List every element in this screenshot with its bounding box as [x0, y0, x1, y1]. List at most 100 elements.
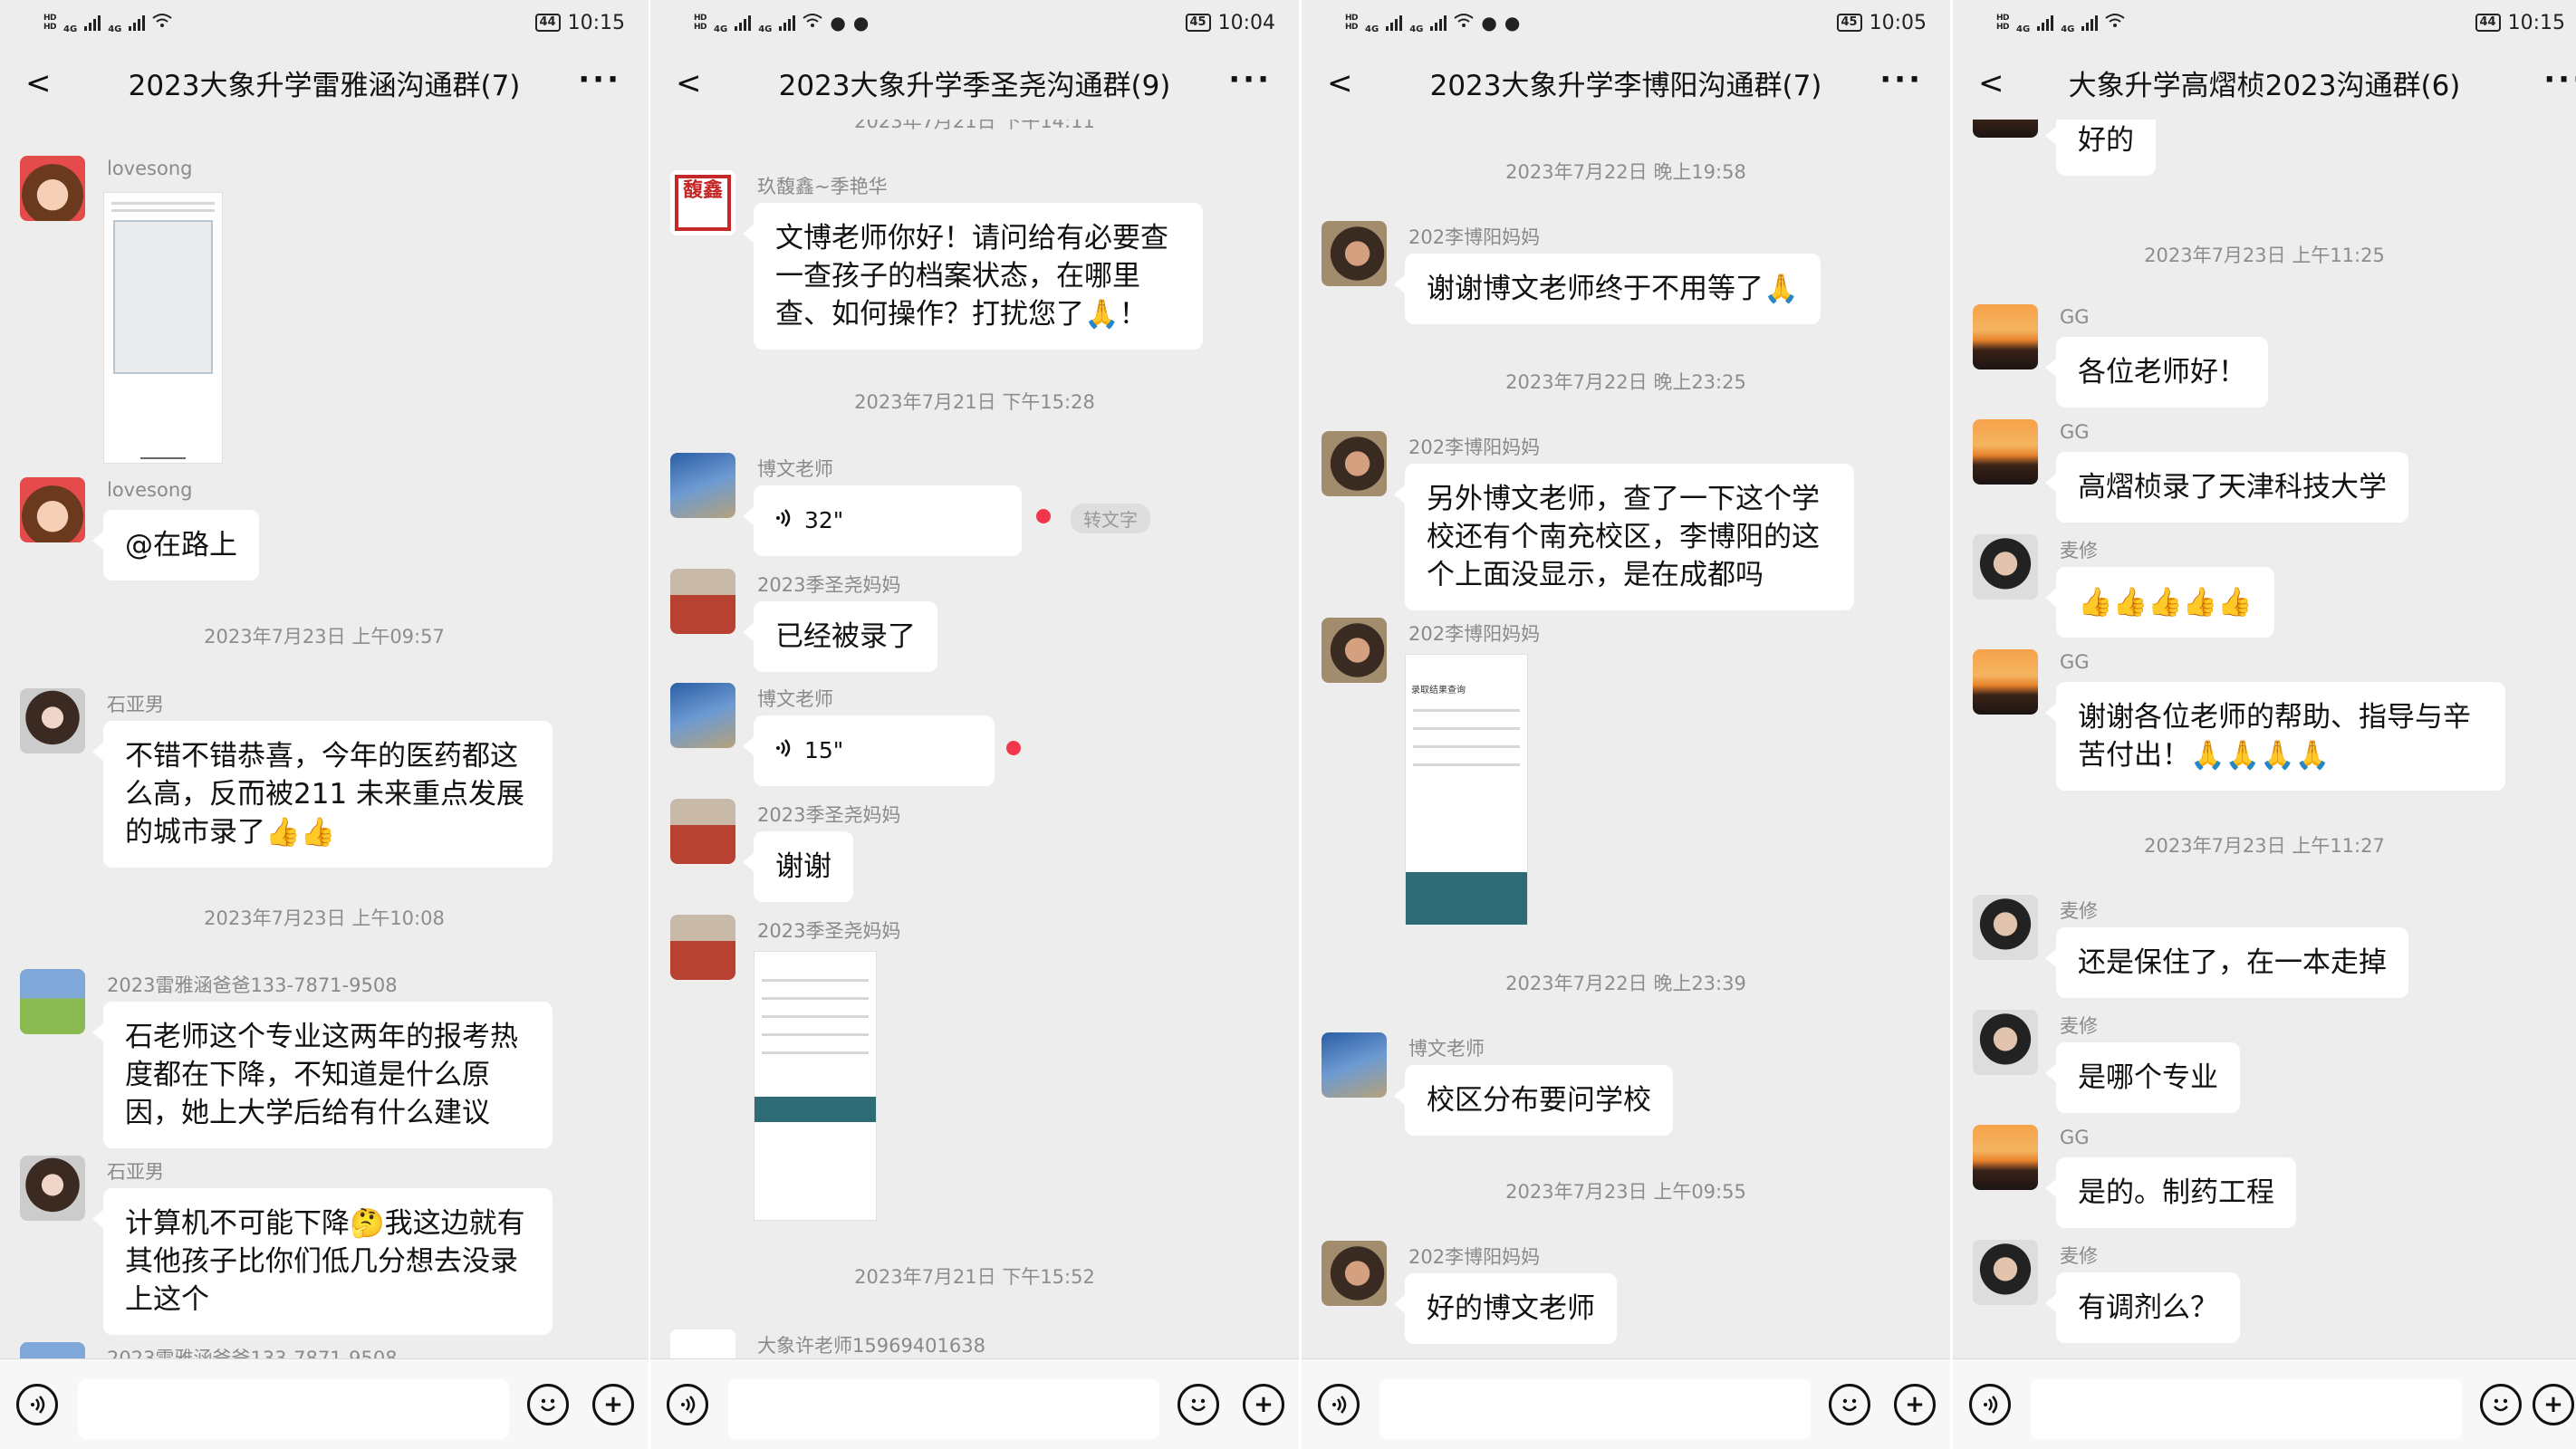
more-icon[interactable]: ···	[578, 62, 621, 98]
input-bar: +	[0, 1358, 649, 1449]
avatar[interactable]	[670, 683, 735, 748]
avatar[interactable]	[20, 156, 85, 221]
message-bubble[interactable]: 校区分布要问学校	[1394, 1065, 1673, 1136]
message-input[interactable]	[78, 1379, 509, 1439]
message-bubble[interactable]: 石老师这个专业这两年的报考热度都在下降，不知道是什么原因，她上大学后给有什么建议	[92, 1002, 553, 1148]
plus-icon[interactable]: +	[1894, 1384, 1936, 1425]
emoji-icon[interactable]	[1829, 1384, 1870, 1425]
back-icon[interactable]: <	[676, 65, 702, 101]
avatar[interactable]	[20, 477, 85, 542]
avatar[interactable]	[20, 1156, 85, 1221]
avatar[interactable]	[1973, 1125, 2038, 1190]
image-message[interactable]	[754, 951, 877, 1221]
input-bar: +	[1302, 1358, 1950, 1449]
convert-to-text-button[interactable]: 转文字	[1071, 504, 1150, 533]
wechat-notification-icon: ●	[830, 12, 846, 34]
message-bubble[interactable]: 谢谢博文老师终于不用等了🙏	[1394, 254, 1821, 324]
back-icon[interactable]: <	[1978, 65, 2004, 101]
avatar[interactable]	[1322, 1241, 1387, 1306]
message-bubble[interactable]: 有调剂么？	[2045, 1272, 2240, 1343]
message-item: 石亚男 不错不错恭喜，今年的医药都这么高，反而被211 未来重点发展的城市录了👍…	[0, 688, 649, 888]
status-bar: HD HD 4G 4G ● ● 45 10:05	[1302, 0, 1950, 45]
avatar[interactable]	[670, 799, 735, 864]
more-icon[interactable]: ···	[2543, 62, 2576, 98]
emoji-icon[interactable]	[527, 1384, 569, 1425]
message-bubble[interactable]: 不错不错恭喜，今年的医药都这么高，反而被211 未来重点发展的城市录了👍👍	[92, 721, 553, 868]
avatar[interactable]	[670, 915, 735, 980]
message-list[interactable]: 2023年7月21日 下午14:11 馥鑫 玖馥鑫~季艳华 文博老师你好！请问给…	[650, 120, 1299, 1358]
plus-icon[interactable]: +	[1243, 1384, 1284, 1425]
message-bubble[interactable]: 已经被录了	[743, 601, 937, 672]
avatar[interactable]	[670, 453, 735, 518]
avatar[interactable]	[1973, 1240, 2038, 1305]
sender-name: 2023季圣尧妈妈	[757, 920, 901, 942]
plus-icon[interactable]: +	[592, 1384, 634, 1425]
voice-icon[interactable]	[1969, 1384, 2011, 1425]
voice-icon[interactable]	[1318, 1384, 1360, 1425]
avatar[interactable]	[20, 1342, 85, 1358]
image-message[interactable]	[103, 192, 223, 464]
avatar[interactable]	[1322, 1032, 1387, 1098]
voice-icon[interactable]	[16, 1384, 58, 1425]
avatar[interactable]	[20, 969, 85, 1034]
status-time: 10:15	[2507, 11, 2565, 34]
message-input[interactable]	[1379, 1379, 1811, 1439]
avatar[interactable]	[1973, 649, 2038, 715]
avatar[interactable]	[1973, 304, 2038, 369]
message-bubble[interactable]: @在路上	[92, 510, 259, 581]
message-bubble[interactable]: 谢谢各位老师的帮助、指导与辛苦付出！🙏🙏🙏🙏	[2045, 682, 2505, 791]
avatar[interactable]	[1973, 419, 2038, 485]
message-input[interactable]	[2031, 1379, 2462, 1439]
message-list[interactable]: 好的 2023年7月23日 上午11:25 GG 各位老师好！ GG 高熠桢录了…	[1953, 120, 2576, 1358]
avatar[interactable]	[1973, 120, 2038, 138]
sender-name: 石亚男	[107, 1161, 164, 1183]
message-bubble[interactable]: 另外博文老师，查了一下这个学校还有个南充校区，李博阳的这个上面没显示，是在成都吗	[1394, 464, 1854, 610]
voice-message[interactable]: 32"	[743, 485, 1022, 556]
avatar[interactable]	[20, 688, 85, 753]
avatar[interactable]	[1973, 1010, 2038, 1075]
avatar[interactable]	[1973, 895, 2038, 960]
message-input[interactable]	[728, 1379, 1159, 1439]
avatar[interactable]	[1322, 431, 1387, 496]
back-icon[interactable]: <	[1327, 65, 1353, 101]
nav-bar: < 2023大象升学李博阳沟通群(7) ···	[1302, 45, 1950, 120]
plus-icon[interactable]: +	[2533, 1384, 2574, 1425]
message-bubble[interactable]: 还是保住了，在一本走掉	[2045, 927, 2408, 998]
sender-name: GG	[2060, 1127, 2090, 1148]
voice-icon[interactable]	[667, 1384, 708, 1425]
avatar[interactable]: 大象	[670, 1329, 735, 1358]
message-bubble[interactable]: 👍👍👍👍👍	[2045, 567, 2274, 638]
message-bubble[interactable]: 高熠桢录了天津科技大学	[2045, 452, 2408, 523]
message-item: GG 是的。制药工程	[1953, 1125, 2576, 1228]
message-item: 2023季圣尧妈妈 谢谢	[650, 799, 1299, 902]
avatar[interactable]	[1973, 534, 2038, 600]
back-icon[interactable]: <	[25, 65, 52, 101]
message-bubble[interactable]: 是的。制药工程	[2045, 1157, 2296, 1228]
message-bubble[interactable]: 谢谢	[743, 831, 853, 902]
message-bubble[interactable]: 计算机不可能下降🤔我这边就有其他孩子比你们低几分想去没录上这个	[92, 1188, 553, 1335]
message-notification-icon: ●	[852, 12, 870, 34]
avatar[interactable]	[670, 569, 735, 634]
message-item: 202李博阳妈妈 谢谢博文老师终于不用等了🙏	[1302, 221, 1950, 324]
emoji-icon[interactable]	[2480, 1384, 2522, 1425]
message-bubble[interactable]: 各位老师好！	[2045, 337, 2268, 408]
avatar[interactable]	[1322, 618, 1387, 683]
message-bubble[interactable]: 好的博文老师	[1394, 1273, 1617, 1344]
timestamp: 2023年7月23日 上午11:27	[2144, 835, 2385, 857]
message-bubble[interactable]: 好的	[2045, 120, 2156, 176]
message-list[interactable]: lovesong lovesong @在路上 2023年7月23日 上午09:5…	[0, 120, 649, 1358]
message-bubble[interactable]: 是哪个专业	[2045, 1042, 2240, 1113]
voice-message[interactable]: 15"	[743, 715, 995, 786]
emoji-icon[interactable]	[1177, 1384, 1219, 1425]
avatar[interactable]	[1322, 221, 1387, 286]
message-item: 麦修 是哪个专业	[1953, 1010, 2576, 1113]
hd-icon: HD HD	[1996, 14, 2010, 32]
wechat-notification-icon: ●	[1481, 12, 1497, 34]
more-icon[interactable]: ···	[1228, 62, 1272, 98]
more-icon[interactable]: ···	[1879, 62, 1923, 98]
avatar[interactable]: 馥鑫	[670, 170, 735, 235]
message-bubble[interactable]: 文博老师你好！请问给有必要查一查孩子的档案状态，在哪里查、如何操作？打扰您了🙏！	[743, 203, 1203, 350]
image-message[interactable]: 录取结果查询	[1405, 654, 1528, 925]
message-list[interactable]: 2023年7月22日 晚上19:58 202李博阳妈妈 谢谢博文老师终于不用等了…	[1302, 120, 1950, 1358]
chat-panel-2: HD HD 4G 4G ● ● 45 10:04 < 2023大象升学季圣尧沟通群…	[650, 0, 1299, 1449]
